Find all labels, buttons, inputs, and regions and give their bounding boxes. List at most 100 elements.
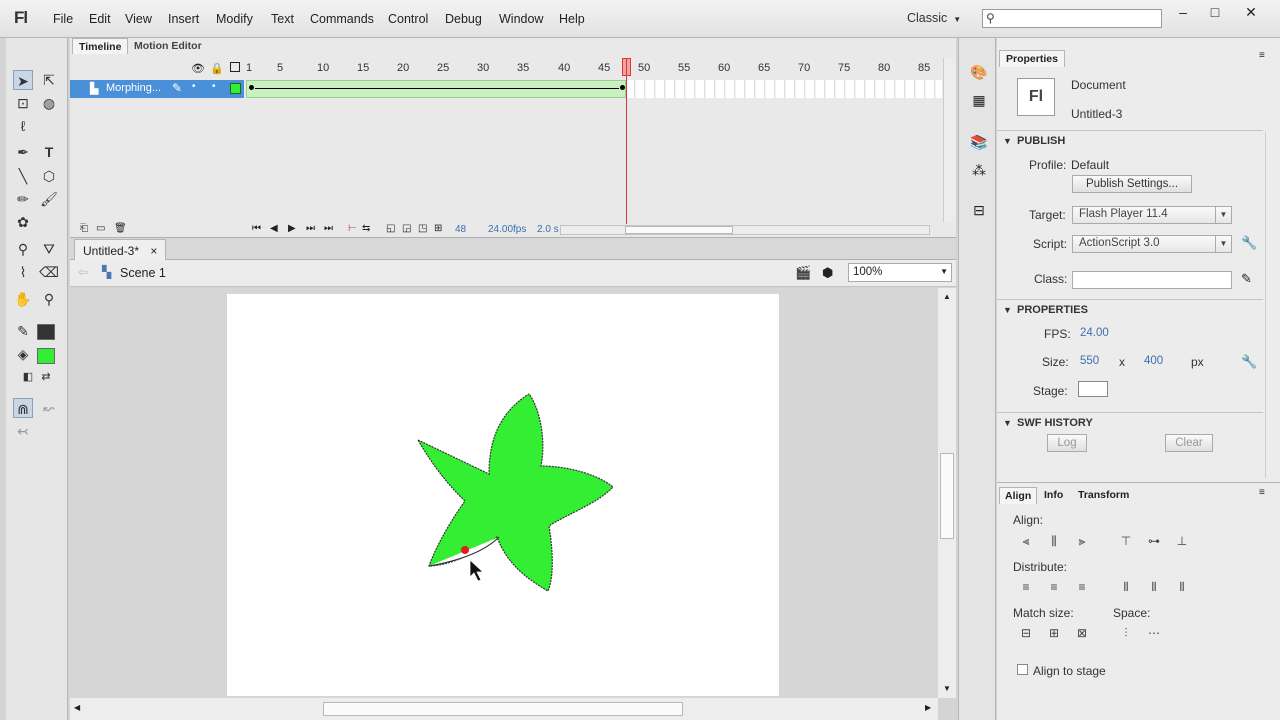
wrench-icon[interactable]: 🔧 <box>1241 354 1257 370</box>
distribute-top-icon[interactable]: ≡ <box>1017 580 1035 596</box>
delete-icon[interactable]: 🗑 <box>114 223 127 234</box>
edit-multiple-icon[interactable]: ◳ <box>418 223 427 234</box>
bone-tool-icon[interactable]: ⚲ <box>13 239 33 259</box>
modify-markers-icon[interactable]: ⊞ <box>434 223 442 234</box>
stage-color-swatch[interactable] <box>1078 381 1108 397</box>
menu-control[interactable]: Control <box>388 12 428 26</box>
distribute-hcenter-icon[interactable]: ⦀ <box>1145 580 1163 596</box>
space-horizontal-icon[interactable]: ⋯ <box>1145 626 1163 642</box>
edit-scene-icon[interactable]: 🎬 <box>795 265 811 281</box>
align-vcenter-icon[interactable]: ⊶ <box>1145 534 1163 550</box>
stage-pasteboard[interactable] <box>70 288 938 698</box>
scroll-up-icon[interactable]: ▲ <box>943 292 951 301</box>
outline-icon[interactable] <box>230 62 240 72</box>
play-icon[interactable]: ▶ <box>288 223 296 234</box>
log-button[interactable]: Log <box>1047 434 1087 452</box>
new-folder-icon[interactable]: ▭ <box>96 223 105 234</box>
edit-symbols-icon[interactable]: ⬢ <box>822 265 833 281</box>
color-panel-icon[interactable]: 🎨 <box>969 64 989 84</box>
menu-window[interactable]: Window <box>499 12 543 26</box>
keyframe-end[interactable] <box>620 85 625 90</box>
zoom-select[interactable]: 100% ▼ <box>848 263 952 282</box>
stage-hscroll-thumb[interactable] <box>323 702 683 716</box>
text-tool-icon[interactable]: T <box>39 142 59 162</box>
menu-insert[interactable]: Insert <box>168 12 199 26</box>
tab-info[interactable]: Info <box>1039 487 1068 503</box>
distribute-left-icon[interactable]: ⦀ <box>1117 580 1135 596</box>
search-input[interactable]: ⚲ <box>982 9 1162 28</box>
scroll-right-icon[interactable]: ▶ <box>925 703 931 712</box>
swatches-panel-icon[interactable]: ▦ <box>969 92 989 112</box>
brush-tool-icon[interactable]: 🖌 <box>39 189 59 209</box>
fill-color-icon[interactable]: ◈ <box>13 344 33 364</box>
timeline-hscroll[interactable] <box>560 225 930 235</box>
tab-properties[interactable]: Properties <box>999 50 1065 67</box>
first-frame-icon[interactable]: ⏮ <box>252 223 261 234</box>
visible-dot-icon[interactable]: • <box>192 81 196 92</box>
shape-tween-frames[interactable] <box>246 80 626 98</box>
menu-debug[interactable]: Debug <box>445 12 482 26</box>
menu-help[interactable]: Help <box>559 12 585 26</box>
hand-tool-icon[interactable]: ✋ <box>13 289 33 309</box>
straighten-icon[interactable]: ↢ <box>13 421 33 441</box>
stage[interactable] <box>227 294 779 696</box>
current-frame[interactable]: 48 <box>455 224 466 235</box>
clear-button[interactable]: Clear <box>1165 434 1213 452</box>
motion-presets-icon[interactable]: ⁂ <box>969 162 989 182</box>
menu-text[interactable]: Text <box>271 12 294 26</box>
close-tab-icon[interactable]: × <box>150 244 157 258</box>
pen-tool-icon[interactable]: ✒ <box>13 142 33 162</box>
panel-menu-icon[interactable]: ≡ <box>1259 50 1265 61</box>
tab-motion-editor[interactable]: Motion Editor <box>128 38 208 54</box>
publish-settings-button[interactable]: Publish Settings... <box>1072 175 1192 193</box>
match-both-icon[interactable]: ⊠ <box>1073 626 1091 642</box>
close-button[interactable]: ✕ <box>1238 4 1264 20</box>
step-forward-icon[interactable]: ⏭ <box>306 223 315 234</box>
3d-rotation-tool-icon[interactable]: ◍ <box>39 93 59 113</box>
width-input[interactable]: 550 <box>1080 355 1099 367</box>
properties-scrollbar[interactable] <box>1265 132 1277 478</box>
fps-value[interactable]: 24.00 <box>488 224 513 235</box>
distribute-right-icon[interactable]: ⦀ <box>1173 580 1191 596</box>
wrench-icon[interactable]: 🔧 <box>1241 235 1257 251</box>
align-top-icon[interactable]: ⊤ <box>1117 534 1135 550</box>
tab-timeline[interactable]: Timeline <box>72 38 129 54</box>
layer-row[interactable]: ▙ Morphing... ✎ • • <box>70 80 244 98</box>
eye-icon[interactable]: 👁 <box>191 62 205 75</box>
black-white-icon[interactable]: ◧ <box>18 367 38 387</box>
eyedropper-tool-icon[interactable]: ⌇ <box>13 262 33 282</box>
align-left-icon[interactable]: ⫷ <box>1017 534 1035 550</box>
publish-section-header[interactable]: ▼ PUBLISH <box>997 130 1263 150</box>
menu-file[interactable]: File <box>53 12 73 26</box>
align-hcenter-icon[interactable]: ⫼ <box>1045 534 1063 550</box>
elapsed-time[interactable]: 2.0 s <box>537 224 559 235</box>
lock-icon[interactable]: 🔒 <box>210 62 224 75</box>
panel-menu-icon[interactable]: ≡ <box>1259 487 1265 498</box>
free-transform-tool-icon[interactable]: ⊡ <box>13 93 33 113</box>
anchor-point[interactable] <box>461 546 469 554</box>
menu-edit[interactable]: Edit <box>89 12 111 26</box>
back-arrow-icon[interactable]: ⇦ <box>78 265 88 279</box>
script-select[interactable]: ActionScript 3.0 ▼ <box>1072 235 1232 253</box>
stage-vscroll[interactable]: ▲ ▼ <box>938 288 956 698</box>
layer-color-swatch[interactable] <box>230 83 241 94</box>
center-frame-icon[interactable]: ⊢ <box>348 223 357 234</box>
lock-dot-icon[interactable]: • <box>212 81 216 92</box>
target-select[interactable]: Flash Player 11.4 ▼ <box>1072 206 1232 224</box>
zoom-tool-icon[interactable]: ⚲ <box>39 289 59 309</box>
star-shape[interactable] <box>227 294 779 696</box>
menu-modify[interactable]: Modify <box>216 12 253 26</box>
onion-outline-icon[interactable]: ◲ <box>402 223 411 234</box>
tab-align[interactable]: Align <box>999 487 1038 504</box>
empty-frames[interactable] <box>626 80 942 98</box>
maximize-button[interactable]: □ <box>1202 4 1228 20</box>
snap-to-objects-icon[interactable]: ⋒ <box>13 398 33 418</box>
class-input[interactable] <box>1072 271 1232 289</box>
components-panel-icon[interactable]: ⊟ <box>969 202 989 222</box>
menu-view[interactable]: View <box>125 12 152 26</box>
eraser-tool-icon[interactable]: ⌫ <box>39 262 59 282</box>
distribute-vcenter-icon[interactable]: ≡ <box>1045 580 1063 596</box>
subselection-tool-icon[interactable]: ⇱ <box>39 70 59 90</box>
menu-commands[interactable]: Commands <box>310 12 374 26</box>
fps-input[interactable]: 24.00 <box>1080 327 1109 339</box>
